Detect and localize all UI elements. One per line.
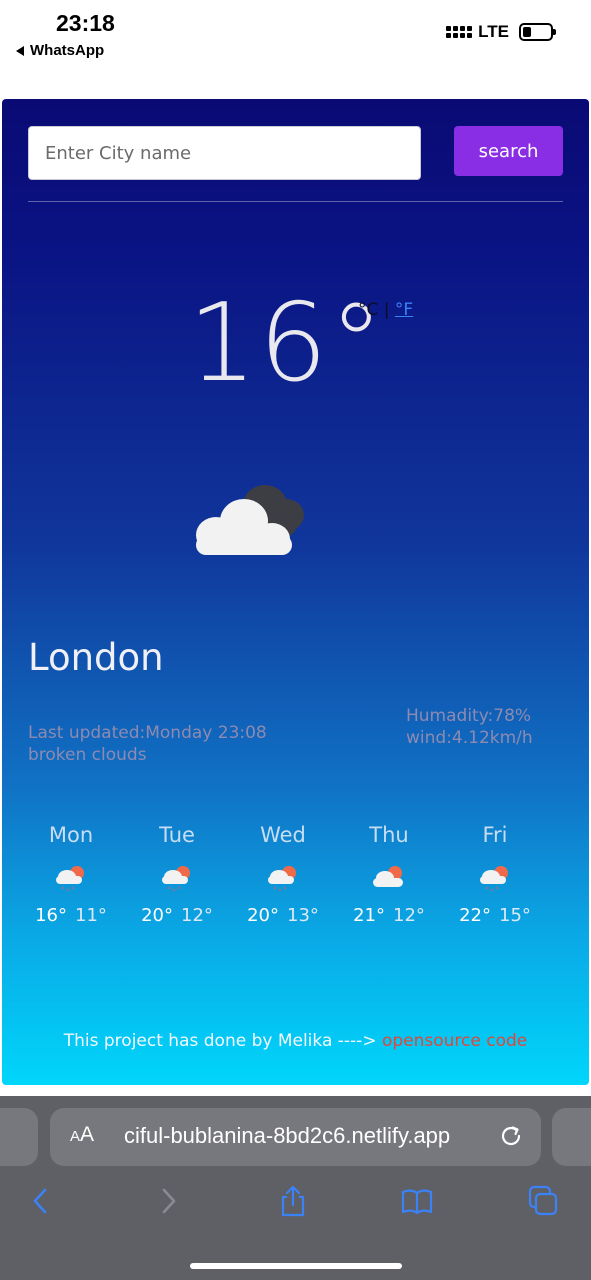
next-tab-preview[interactable]: [552, 1108, 591, 1166]
previous-tab-preview[interactable]: [0, 1108, 38, 1166]
wind-speed: wind:4.12km/h: [406, 728, 533, 748]
forecast-day-name: Fri: [482, 823, 508, 847]
forecast-day: Tue 20° 12°: [124, 823, 230, 926]
reload-icon[interactable]: [498, 1123, 524, 1149]
status-time: 23:18: [56, 10, 115, 36]
rain-sun-icon: [480, 866, 508, 892]
bookmarks-icon[interactable]: [400, 1184, 434, 1218]
unit-switch: °C | °F: [358, 300, 413, 320]
city-search-input[interactable]: [28, 126, 421, 180]
forecast-day-name: Tue: [159, 823, 195, 847]
divider: [28, 201, 563, 202]
forecast-day: Thu 21° 12°: [336, 823, 442, 926]
signal-icon: [446, 26, 473, 38]
rain-sun-icon: [56, 866, 84, 892]
cloud-sun-icon: [373, 866, 403, 887]
forecast-temps: 22° 15°: [459, 905, 531, 926]
forecast-max: 20°: [247, 905, 279, 926]
forecast-day: Fri 22° 15°: [442, 823, 548, 926]
battery-icon: [519, 23, 556, 41]
battery-level: [523, 27, 531, 37]
network-label: LTE: [478, 22, 509, 41]
forecast-max: 21°: [353, 905, 385, 926]
current-temperature: 16°: [188, 281, 386, 406]
status-indicators: LTE: [446, 22, 556, 42]
forecast-temps: 16° 11°: [35, 905, 107, 926]
rain-sun-icon: [268, 866, 296, 892]
forecast-temps: 20° 13°: [247, 905, 319, 926]
browser-toolbar: [0, 1184, 591, 1224]
tabs-icon[interactable]: [526, 1184, 560, 1218]
reader-settings-button[interactable]: AA: [70, 1123, 94, 1147]
search-button[interactable]: search: [454, 126, 563, 176]
city-name: London: [28, 636, 164, 679]
url-text: ciful-bublanina-8bd2c6.netlify.app: [124, 1123, 451, 1148]
forecast-day-name: Wed: [260, 823, 306, 847]
rain-sun-icon: [162, 866, 190, 892]
weather-description: broken clouds: [28, 745, 147, 765]
weather-app: search 16° °C | °F London Last updated:M…: [2, 99, 589, 1085]
forecast-max: 16°: [35, 905, 67, 926]
browser-chrome: AA ciful-bublanina-8bd2c6.netlify.app: [0, 1096, 591, 1280]
back-to-app-link[interactable]: WhatsApp: [16, 42, 104, 59]
status-bar: 23:18 WhatsApp LTE: [0, 0, 591, 96]
broken-clouds-icon: [196, 485, 304, 555]
address-bar[interactable]: AA ciful-bublanina-8bd2c6.netlify.app: [50, 1108, 541, 1166]
back-app-label: WhatsApp: [30, 42, 105, 59]
footer: This project has done by Melika ----> op…: [2, 1031, 589, 1051]
forecast-day: Wed 20° 13°: [230, 823, 336, 926]
forecast-day-name: Mon: [48, 823, 94, 847]
back-arrow-icon: [16, 45, 24, 56]
forecast-max: 22°: [459, 905, 491, 926]
humidity: Humadity:78%: [406, 706, 532, 726]
forecast-day-name: Thu: [369, 823, 409, 847]
forecast-temps: 20° 12°: [141, 905, 213, 926]
opensource-link[interactable]: opensource code: [382, 1031, 527, 1051]
forecast-min: 12°: [181, 905, 213, 926]
forward-icon[interactable]: [151, 1184, 185, 1218]
forecast-min: 15°: [499, 905, 531, 926]
last-updated: Last updated:Monday 23:08: [28, 723, 267, 743]
forecast-min: 11°: [75, 905, 107, 926]
forecast: Mon 16° 11° Tue 20° 12° Wed 20° 13° Thu …: [18, 823, 558, 926]
back-icon[interactable]: [24, 1184, 58, 1218]
celsius-label: °C |: [358, 300, 395, 320]
fahrenheit-link[interactable]: °F: [395, 300, 413, 320]
forecast-max: 20°: [141, 905, 173, 926]
forecast-min: 13°: [287, 905, 319, 926]
forecast-min: 12°: [393, 905, 425, 926]
forecast-temps: 21° 12°: [353, 905, 425, 926]
forecast-day: Mon 16° 11°: [18, 823, 124, 926]
share-icon[interactable]: [276, 1184, 310, 1218]
footer-text: This project has done by Melika ---->: [63, 1031, 382, 1051]
home-indicator: [190, 1263, 402, 1269]
